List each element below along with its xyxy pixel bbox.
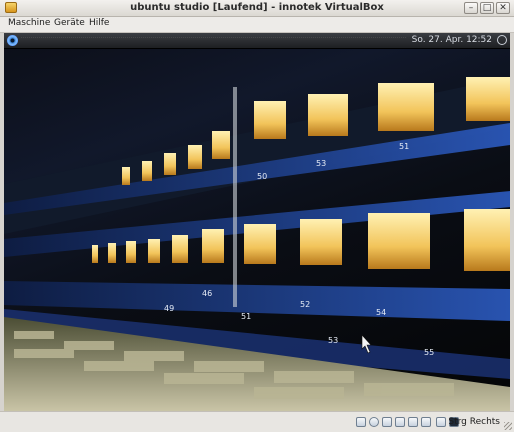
scale-label: 55 (424, 348, 434, 357)
scale-label: 51 (399, 142, 409, 151)
ubuntu-menu-icon[interactable] (7, 35, 18, 46)
scale-label: 50 (257, 172, 267, 181)
network-icon[interactable] (395, 417, 405, 427)
studio-rack-wallpaper: 51 53 50 46 52 54 51 53 55 49 (4, 77, 510, 411)
scale-label: 53 (328, 336, 338, 345)
menu-bar: Maschine Geräte Hilfe (0, 17, 514, 33)
window-titlebar[interactable]: ubuntu studio [Laufend] - innotek Virtua… (0, 0, 514, 17)
window-title: ubuntu studio [Laufend] - innotek Virtua… (130, 2, 384, 13)
scale-label: 51 (241, 312, 251, 321)
guest-display[interactable]: So. 27. Apr. 12:52 51 53 50 46 52 54 51 … (4, 33, 510, 411)
guest-top-panel: So. 27. Apr. 12:52 (4, 33, 510, 49)
scale-label: 46 (202, 289, 212, 298)
vm-status-bar: Strg Rechts (0, 411, 514, 432)
close-button[interactable]: ✕ (496, 2, 510, 14)
menu-maschine[interactable]: Maschine (8, 18, 50, 28)
desktop-wallpaper: 51 53 50 46 52 54 51 53 55 49 (4, 49, 510, 411)
guest-clock[interactable]: So. 27. Apr. 12:52 (412, 35, 492, 45)
scale-label: 54 (376, 308, 386, 317)
floppy-icon[interactable] (382, 417, 392, 427)
power-icon[interactable] (497, 35, 507, 45)
scale-label: 52 (300, 300, 310, 309)
minimize-button[interactable]: – (464, 2, 478, 14)
scale-label: 53 (316, 159, 326, 168)
usb-icon[interactable] (408, 417, 418, 427)
mouse-integration-icon[interactable] (436, 417, 446, 427)
maximize-button[interactable]: □ (480, 2, 494, 14)
host-key-label: Strg Rechts (448, 417, 500, 427)
cdrom-icon[interactable] (369, 417, 379, 427)
shared-folders-icon[interactable] (421, 417, 431, 427)
scale-label: 49 (164, 304, 174, 313)
harddisk-icon[interactable] (356, 417, 366, 427)
menu-geraete[interactable]: Geräte (54, 18, 85, 28)
resize-grip-icon[interactable] (504, 422, 512, 430)
menu-hilfe[interactable]: Hilfe (89, 18, 109, 28)
panel-separator (21, 37, 406, 44)
